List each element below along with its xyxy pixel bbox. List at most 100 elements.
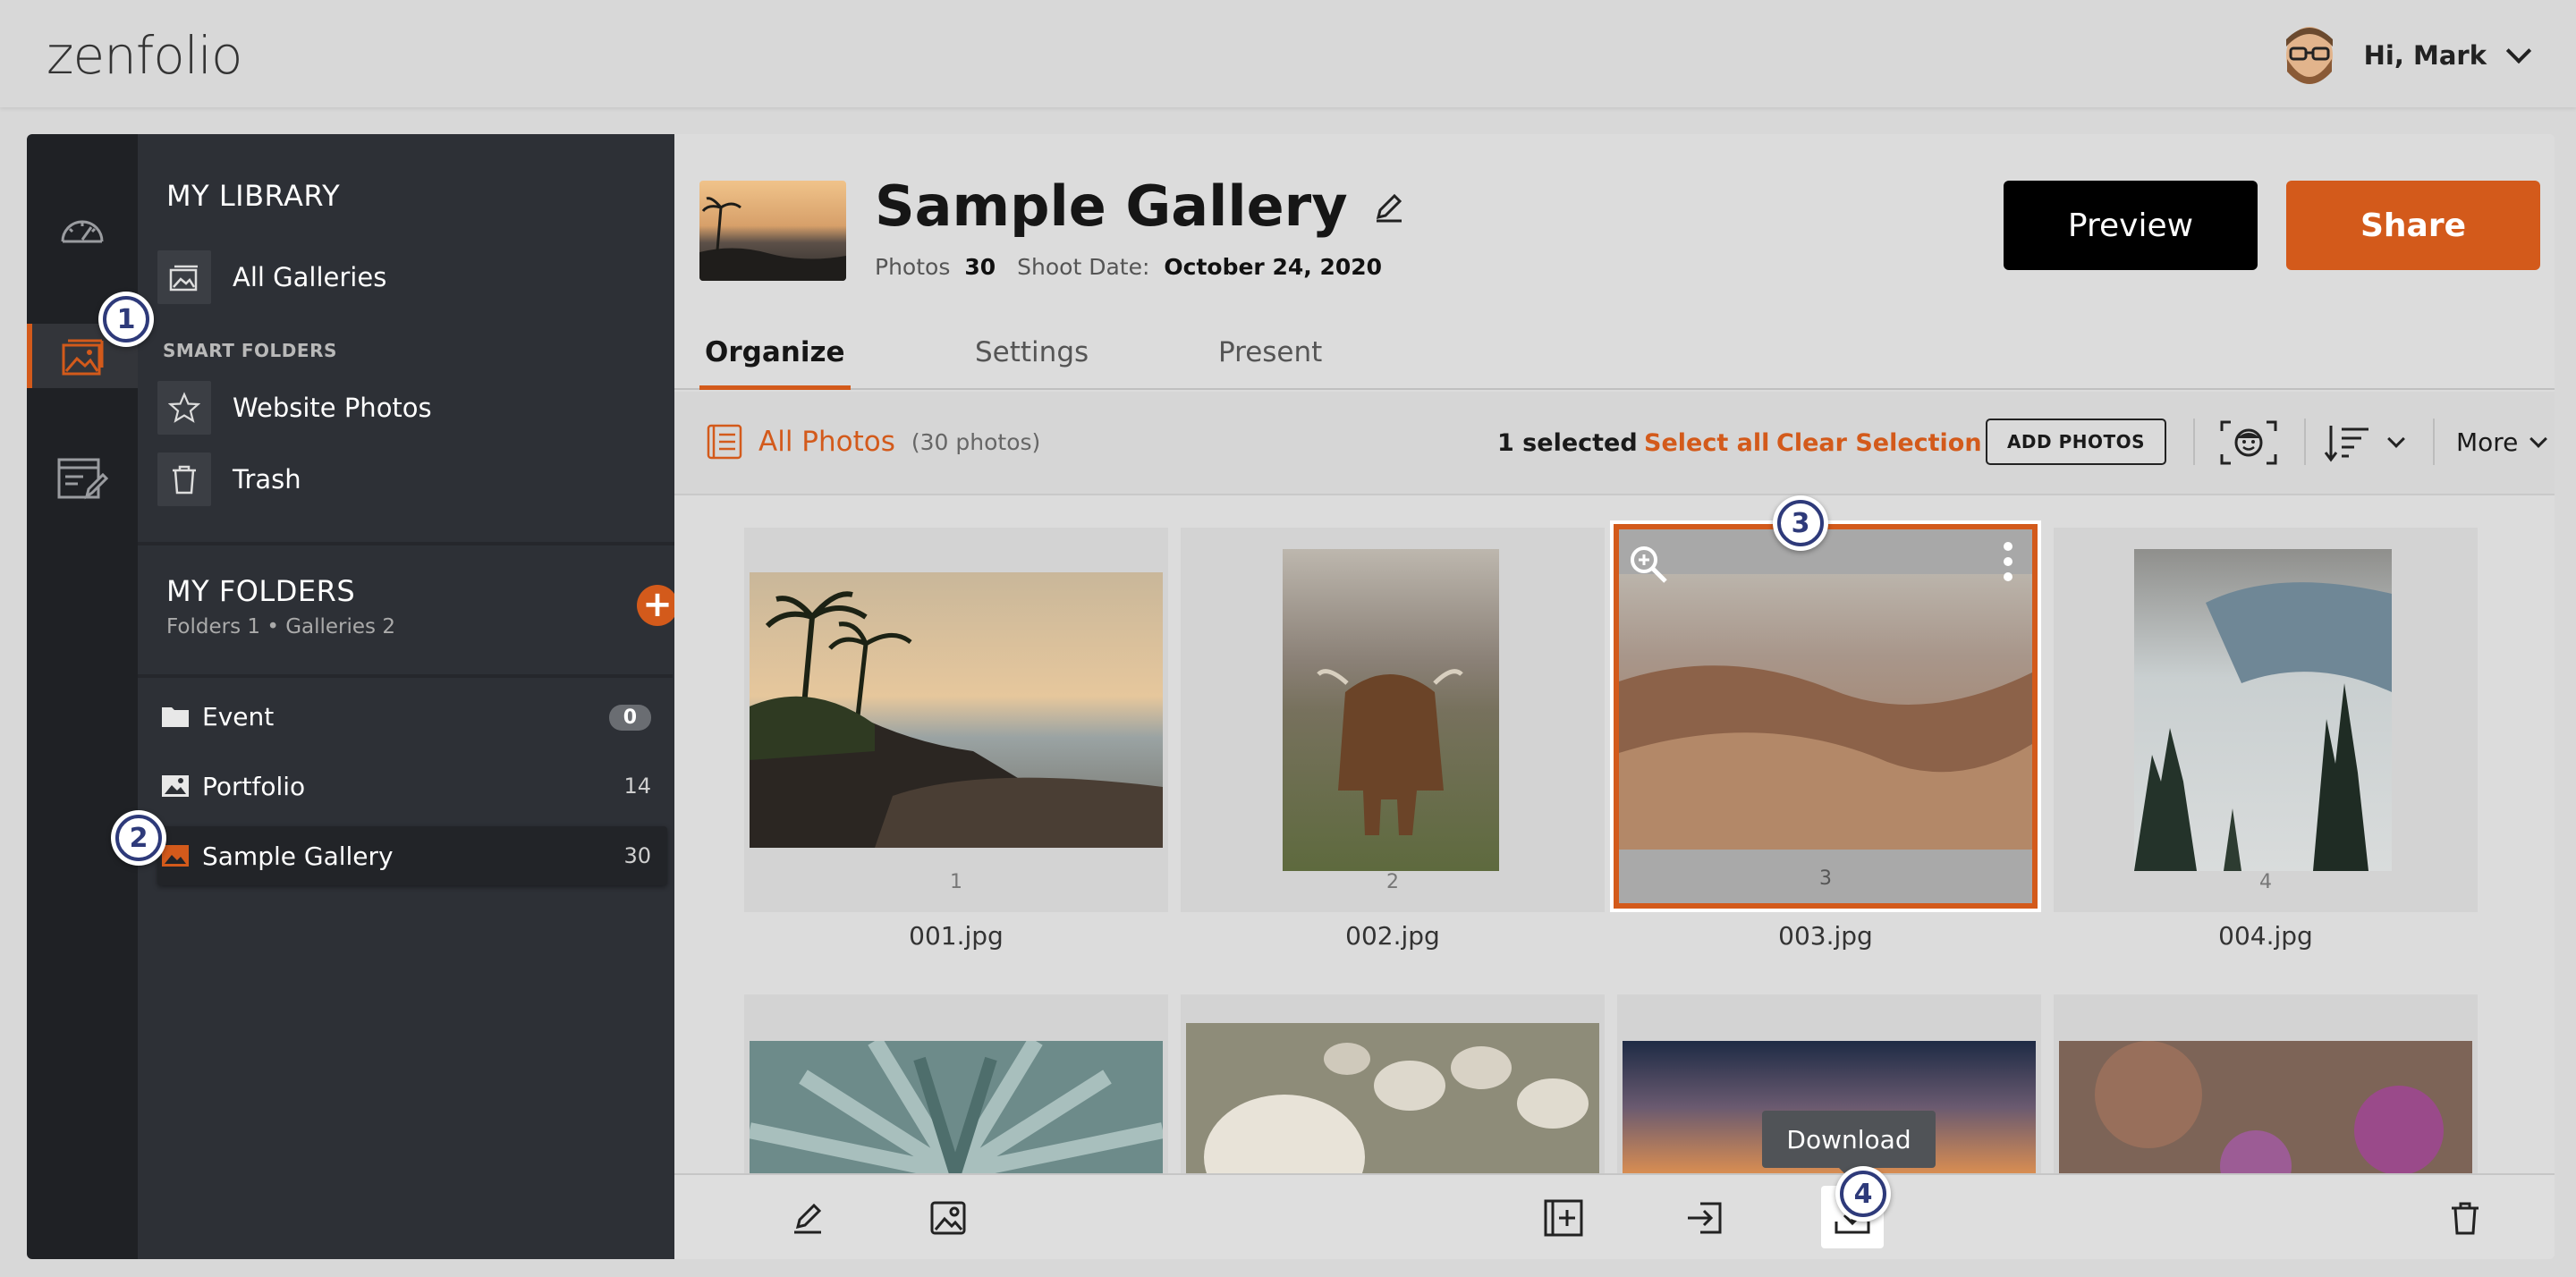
folder-count: 30 xyxy=(623,843,651,868)
all-photos-filter[interactable]: All Photos (30 photos) xyxy=(707,424,1040,460)
photo-number: 1 xyxy=(950,871,962,893)
shoot-date: October 24, 2020 xyxy=(1164,254,1383,280)
tab-settings[interactable]: Settings xyxy=(970,336,1094,390)
edit-pencil-icon[interactable] xyxy=(1373,190,1405,223)
gallery-tabs: Organize Settings Present xyxy=(674,336,2555,390)
set-cover-button[interactable] xyxy=(927,1197,970,1239)
divider xyxy=(2433,419,2435,465)
avatar[interactable] xyxy=(2278,20,2341,91)
trash-icon xyxy=(2452,1202,2479,1235)
more-vertical-icon[interactable] xyxy=(2002,540,2014,583)
gallery-icon xyxy=(169,265,198,292)
photo-card[interactable]: 1 xyxy=(744,528,1168,912)
photo-filename: 001.jpg xyxy=(909,921,1004,951)
all-photos-label: All Photos xyxy=(758,426,895,458)
folder-count: 0 xyxy=(608,705,651,731)
photo-card-selected[interactable]: 3 xyxy=(1614,524,2038,909)
photo-filename: 004.jpg xyxy=(2218,921,2313,951)
folder-item-portfolio[interactable]: Portfolio 14 xyxy=(157,757,667,816)
trash-label: Trash xyxy=(233,464,301,495)
shoot-date-label: Shoot Date: xyxy=(1017,254,1150,280)
photo-filename: 002.jpg xyxy=(1345,921,1440,951)
zoom-in-icon[interactable] xyxy=(1628,544,1669,585)
website-nav[interactable] xyxy=(27,447,138,512)
photo-card[interactable]: 2 xyxy=(1181,528,1605,912)
edit-button[interactable] xyxy=(787,1197,830,1239)
face-recognition-icon[interactable] xyxy=(2220,420,2277,465)
smart-folder-trash[interactable]: Trash xyxy=(157,452,301,506)
photo-card[interactable] xyxy=(2054,994,2478,1173)
all-galleries-label: All Galleries xyxy=(233,262,387,292)
move-button[interactable] xyxy=(1683,1197,1726,1239)
photo-number: 4 xyxy=(2259,871,2272,893)
tab-present[interactable]: Present xyxy=(1213,336,1327,390)
gallery-cover-thumbnail xyxy=(699,181,846,281)
photo-number: 3 xyxy=(1819,867,1832,890)
all-galleries-item[interactable]: All Galleries xyxy=(157,250,386,304)
move-icon xyxy=(1688,1202,1722,1234)
top-bar: zenfolio Hi, Mark xyxy=(0,0,2576,107)
gallery-title: Sample Gallery xyxy=(875,173,1405,239)
greeting[interactable]: Hi, Mark xyxy=(2364,40,2487,71)
add-folder-button[interactable]: + xyxy=(637,585,678,626)
step-badge: 2 xyxy=(111,810,166,866)
selected-count: 1 selected xyxy=(1497,429,1638,457)
photo-thumbnail xyxy=(1186,1023,1599,1173)
app-frame: MY LIBRARY All Galleries SMART FOLDERS W… xyxy=(27,134,2555,1259)
add-to-button[interactable] xyxy=(1542,1197,1585,1239)
photo-number: 2 xyxy=(1386,871,1399,893)
folder-name: Portfolio xyxy=(202,771,306,801)
gallery-icon xyxy=(162,845,189,867)
gallery-title-text: Sample Gallery xyxy=(875,173,1348,239)
gallery-icon xyxy=(62,339,104,376)
photo-thumbnail xyxy=(1283,549,1499,871)
all-photos-count: (30 photos) xyxy=(911,428,1041,455)
step-badge: 1 xyxy=(98,292,154,347)
folder-name: Event xyxy=(202,701,275,732)
sort-icon[interactable] xyxy=(2324,422,2372,463)
chevron-down-icon[interactable] xyxy=(2387,430,2405,448)
divider xyxy=(138,674,674,678)
step-badge: 3 xyxy=(1773,495,1828,551)
bottom-action-bar xyxy=(674,1173,2555,1259)
chevron-down-icon xyxy=(2529,429,2548,448)
clear-selection-link[interactable]: Clear Selection xyxy=(1776,429,1982,457)
tab-organize[interactable]: Organize xyxy=(699,336,851,390)
photo-card[interactable]: 4 xyxy=(2054,528,2478,912)
pencil-icon xyxy=(794,1203,822,1234)
photo-thumbnail xyxy=(2059,1041,2472,1173)
website-photos-label: Website Photos xyxy=(233,393,432,423)
folder-name: Sample Gallery xyxy=(202,841,394,871)
more-menu[interactable]: More xyxy=(2456,427,2548,457)
folder-item-event[interactable]: Event 0 xyxy=(157,687,667,746)
step-badge: 4 xyxy=(1835,1166,1891,1222)
photo-card[interactable] xyxy=(744,994,1168,1173)
dashboard-icon xyxy=(61,220,104,243)
gallery-meta: Photos 30 Shoot Date: October 24, 2020 xyxy=(875,254,1382,280)
star-icon xyxy=(168,392,200,423)
photos-label: Photos xyxy=(875,254,951,280)
share-button[interactable]: Share xyxy=(2286,181,2540,270)
add-photos-button[interactable]: ADD PHOTOS xyxy=(1986,419,2166,465)
divider xyxy=(2193,419,2195,465)
zenfolio-logo[interactable]: zenfolio xyxy=(47,25,243,86)
preview-button[interactable]: Preview xyxy=(2004,181,2258,270)
delete-button[interactable] xyxy=(2444,1197,2487,1239)
smart-folder-website-photos[interactable]: Website Photos xyxy=(157,381,432,435)
folder-item-sample-gallery[interactable]: Sample Gallery 30 xyxy=(157,826,667,885)
divider xyxy=(138,542,674,545)
photo-toolbar: All Photos (30 photos) 1 selected Select… xyxy=(674,392,2555,495)
my-library-title: MY LIBRARY xyxy=(166,179,341,213)
my-folders-subtitle: Folders 1 • Galleries 2 xyxy=(166,615,395,638)
add-to-collection-icon xyxy=(1544,1199,1583,1237)
library-panel: MY LIBRARY All Galleries SMART FOLDERS W… xyxy=(138,134,678,1259)
photo-card[interactable] xyxy=(1181,994,1605,1173)
photo-thumbnail xyxy=(750,1041,1163,1173)
gallery-main: Sample Gallery Photos 30 Shoot Date: Oct… xyxy=(674,134,2555,1259)
select-all-link[interactable]: Select all xyxy=(1644,429,1769,457)
photos-count: 30 xyxy=(964,254,996,280)
dashboard-nav[interactable] xyxy=(27,197,138,261)
user-menu[interactable]: Hi, Mark xyxy=(2278,20,2532,91)
chevron-down-icon[interactable] xyxy=(2505,38,2532,64)
more-label: More xyxy=(2456,427,2519,457)
